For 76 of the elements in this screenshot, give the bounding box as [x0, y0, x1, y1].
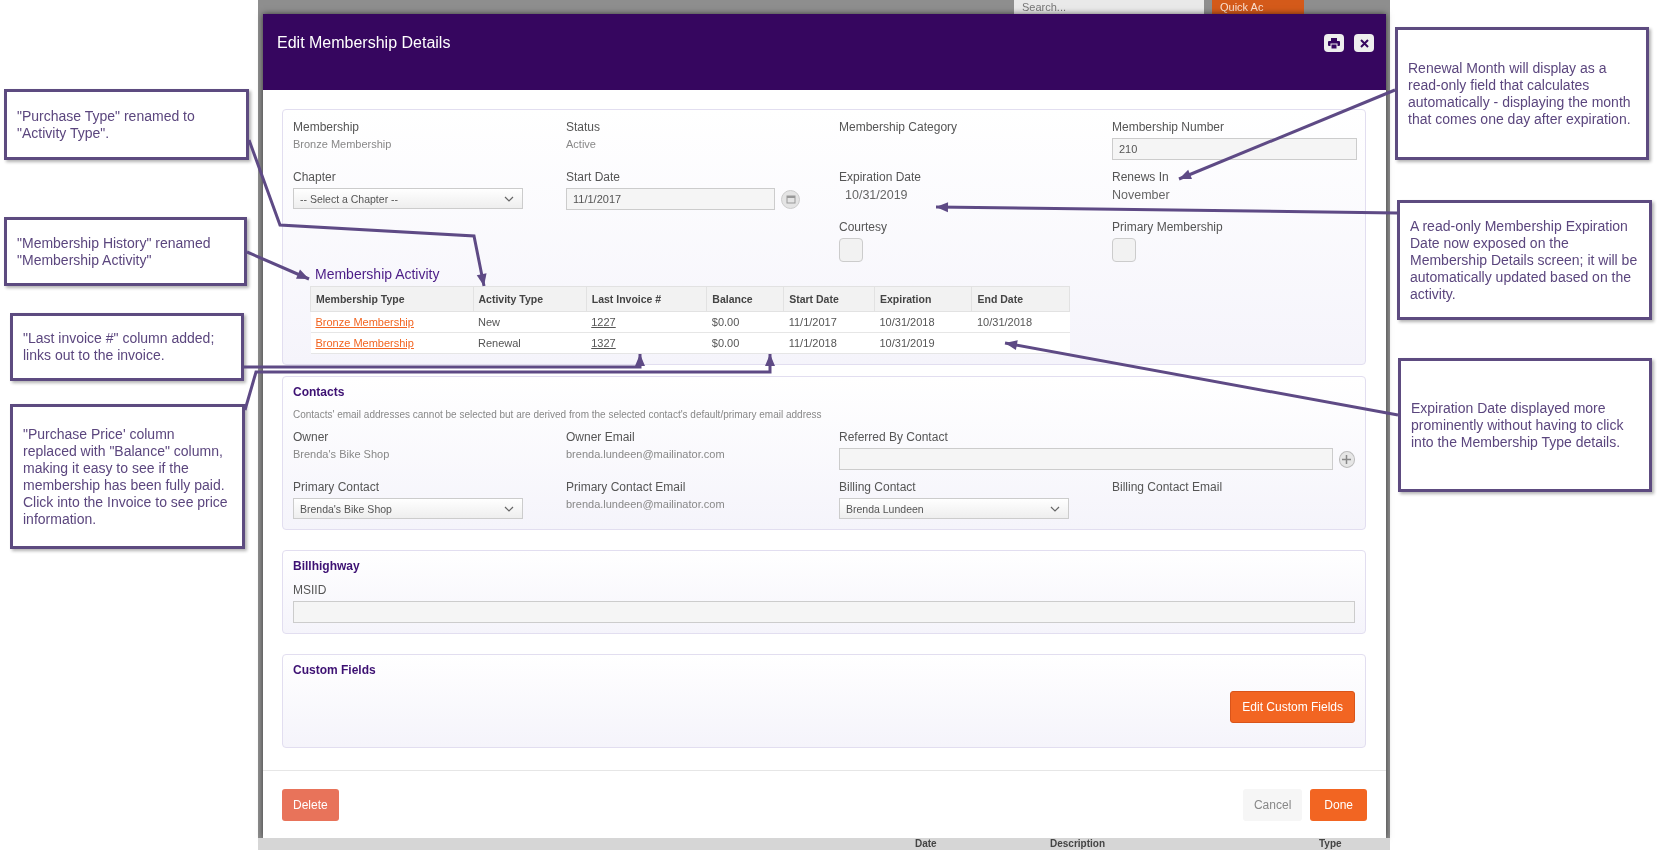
- select-field[interactable]: -- Select a Chapter --: [293, 188, 523, 209]
- field-value: brenda.lundeen@mailinator.com: [566, 498, 726, 510]
- column-header: Date: [915, 838, 938, 850]
- field-label: Billing Contact: [839, 480, 917, 494]
- column-header: Last Invoice #: [586, 286, 707, 312]
- quick-action-button[interactable]: Quick Ac: [1212, 0, 1304, 14]
- annotation-callout: "Last invoice #" column added; links out to the invoice.: [10, 313, 244, 381]
- column-header: Expiration: [874, 286, 972, 312]
- column-header: Balance: [706, 286, 784, 312]
- column-header: Start Date: [783, 286, 875, 312]
- table-cell: New: [473, 311, 587, 333]
- section-title: Contacts: [293, 385, 346, 399]
- field-label: Referred By Contact: [839, 430, 949, 444]
- close-icon[interactable]: [1354, 34, 1374, 52]
- column-header: Type: [1319, 838, 1342, 850]
- column-header: Activity Type: [473, 286, 587, 312]
- input-field[interactable]: 210: [1112, 138, 1357, 160]
- field-value: 10/31/2019: [844, 188, 909, 202]
- field-value: Active: [566, 138, 597, 150]
- field-label: Primary Membership: [1112, 220, 1224, 234]
- delete-button[interactable]: Delete: [282, 788, 339, 821]
- help-text: Contacts' email addresses cannot be selected but are derived from the selected contact's default/primary email address: [293, 409, 823, 420]
- print-icon[interactable]: [1324, 34, 1344, 52]
- field-value: brenda.lundeen@mailinator.com: [566, 448, 726, 460]
- column-header: End Date: [971, 286, 1070, 312]
- done-button[interactable]: Done: [1310, 788, 1367, 821]
- edit-custom-fields-button[interactable]: Edit Custom Fields: [1230, 691, 1355, 723]
- table-cell: Renewal: [473, 332, 587, 354]
- field-label: Owner: [293, 430, 330, 444]
- annotation-callout: A read-only Membership Expiration Date now exposed on the Membership Details screen; it will be automatically updated based on the activity.: [1397, 200, 1652, 320]
- select-field[interactable]: Brenda's Bike Shop: [293, 498, 523, 519]
- field-value: Brenda's Bike Shop: [293, 448, 391, 460]
- field-label: Chapter: [293, 170, 337, 184]
- chevron-down-icon: [504, 195, 514, 202]
- section-title: Custom Fields: [293, 663, 377, 677]
- input-field[interactable]: [293, 601, 1355, 623]
- search-field[interactable]: Search...: [1014, 0, 1204, 14]
- field-label: Owner Email: [566, 430, 636, 444]
- field-label: Membership Category: [839, 120, 959, 134]
- annotation-callout: "Purchase Type" renamed to "Activity Type".: [4, 89, 249, 160]
- dialog-title: Edit Membership Details: [277, 34, 451, 52]
- field-label: Primary Contact Email: [566, 480, 687, 494]
- annotation-callout: "Purchase Price' column replaced with "Balance" column, making it easy to see if the membership has been fully paid. Click into the Invoice to see price information.: [10, 404, 245, 549]
- field-label: Start Date: [566, 170, 622, 184]
- chevron-down-icon: [1050, 505, 1060, 512]
- chevron-down-icon: [504, 505, 514, 512]
- table-cell: 10/31/2019: [874, 332, 972, 354]
- calendar-icon[interactable]: [781, 189, 800, 209]
- table-link[interactable]: 1227: [591, 316, 616, 328]
- field-label: Renews In: [1112, 170, 1170, 184]
- field-label: Billing Contact Email: [1112, 480, 1224, 494]
- field-label: Primary Contact: [293, 480, 381, 494]
- column-header: Membership Type: [310, 286, 473, 312]
- checkbox[interactable]: [839, 238, 863, 262]
- add-icon[interactable]: [1338, 450, 1355, 468]
- field-label: MSIID: [293, 583, 328, 597]
- field-label: Courtesy: [839, 220, 889, 234]
- table-link[interactable]: 1327: [591, 337, 616, 349]
- field-label: Membership Number: [1112, 120, 1226, 134]
- section-title: Billhighway: [293, 559, 361, 573]
- section-title: Membership Activity: [315, 266, 441, 282]
- select-field[interactable]: Brenda Lundeen: [839, 498, 1069, 519]
- field-value: November: [1112, 188, 1171, 202]
- cancel-button[interactable]: Cancel: [1242, 788, 1303, 821]
- annotation-callout: "Membership History" renamed "Membership Activity": [4, 217, 247, 286]
- table-cell: 10/31/2018: [874, 311, 972, 333]
- field-label: Membership: [293, 120, 361, 134]
- field-label: Expiration Date: [839, 170, 923, 184]
- annotation-callout: Renewal Month will display as a read-only field that calculates automatically - displaying the month that comes one day after expiration.: [1395, 27, 1649, 160]
- checkbox[interactable]: [1112, 238, 1136, 262]
- column-header: Description: [1050, 838, 1106, 850]
- annotation-callout: Expiration Date displayed more prominently without having to click into the Membership Type details.: [1398, 358, 1652, 492]
- field-value: Bronze Membership: [293, 138, 393, 150]
- lookup-field[interactable]: [839, 448, 1333, 470]
- date-field[interactable]: 11/1/2017: [566, 188, 775, 210]
- field-label: Status: [566, 120, 602, 134]
